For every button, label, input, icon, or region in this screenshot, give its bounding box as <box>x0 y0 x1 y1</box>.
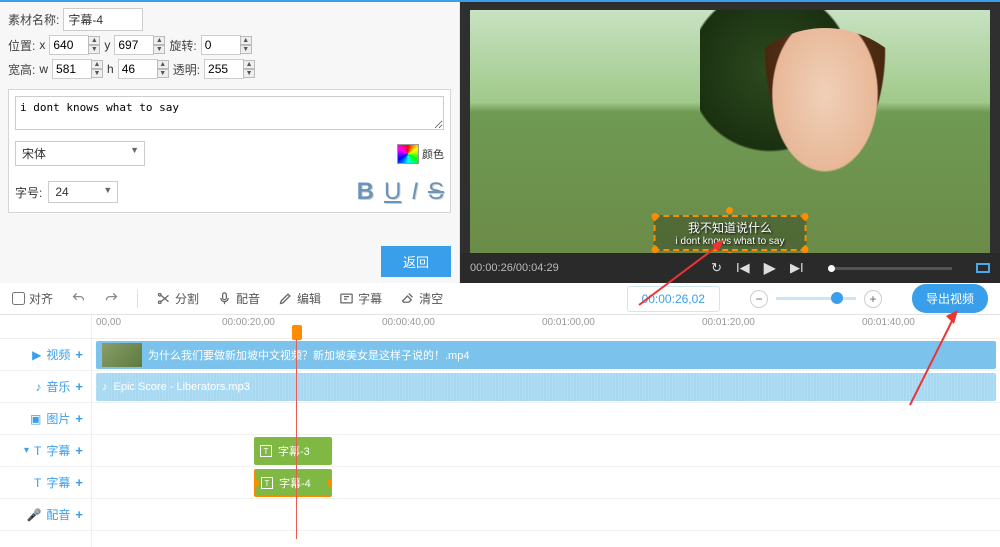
color-picker-icon[interactable] <box>397 144 419 164</box>
zoom-in-icon[interactable]: + <box>864 290 882 308</box>
subtitle-cn: 我不知道说什么 <box>676 219 785 236</box>
fontsize-select[interactable]: 24 <box>48 181 118 203</box>
track-labels: ▶视频+ ♪音乐+ ▣图片+ ▾T字幕+ T字幕+ 🎤配音+ <box>0 315 92 547</box>
pos-y-input[interactable] <box>114 35 154 55</box>
spinner-up-icon[interactable]: ▲ <box>88 36 100 45</box>
resize-handle-icon[interactable] <box>801 246 808 253</box>
audio-clip[interactable]: ♪ Epic Score - Liberators.mp3 <box>96 373 996 401</box>
zoom-thumb[interactable] <box>831 292 843 304</box>
spinner-up-icon[interactable]: ▲ <box>153 36 165 45</box>
undo-button[interactable] <box>71 291 86 306</box>
split-button[interactable]: 分割 <box>156 290 199 307</box>
rotate-handle-icon[interactable] <box>726 252 733 253</box>
dub-track-label[interactable]: 🎤配音+ <box>0 499 91 531</box>
tracks-area[interactable]: 00,00 00:00:20,00 00:00:40,00 00:01:00,0… <box>92 315 1000 547</box>
spinner-up-icon[interactable]: ▲ <box>91 60 103 69</box>
bold-button[interactable]: B <box>357 178 374 206</box>
position-label: 位置: <box>8 37 35 54</box>
name-label: 素材名称: <box>8 11 59 28</box>
time-display: 00:00:26/00:04:29 <box>470 262 559 274</box>
italic-button[interactable]: I <box>411 178 418 206</box>
color-label: 颜色 <box>422 146 444 162</box>
resize-handle-icon[interactable] <box>652 246 659 253</box>
progress-bar[interactable] <box>828 267 952 270</box>
loop-icon[interactable]: ↻ <box>711 260 722 276</box>
zoom-slider[interactable] <box>776 297 856 300</box>
redo-button[interactable] <box>104 291 119 306</box>
align-checkbox[interactable]: 对齐 <box>12 290 53 307</box>
size-label: 宽高: <box>8 61 35 78</box>
spinner-down-icon[interactable]: ▼ <box>88 45 100 54</box>
next-icon[interactable]: ▶I <box>790 260 804 276</box>
playhead-marker[interactable] <box>292 325 302 340</box>
timeline-ruler[interactable]: 00,00 00:00:20,00 00:00:40,00 00:01:00,0… <box>92 315 1000 339</box>
fontsize-label: 字号: <box>15 184 42 201</box>
spinner-down-icon[interactable]: ▼ <box>91 69 103 78</box>
timeline-time-display: 00:00:26,02 <box>627 286 720 312</box>
strike-button[interactable]: S <box>428 178 444 206</box>
opacity-input[interactable] <box>204 59 244 79</box>
name-value: 字幕-4 <box>63 8 143 31</box>
subtitle-clip-selected[interactable]: T字幕-4 <box>254 469 332 497</box>
main-toolbar: 对齐 分割 配音 编辑 字幕 清空 00:00:26,02 − + 导出视频 <box>0 283 1000 315</box>
font-select[interactable]: 宋体 <box>15 141 145 166</box>
width-input[interactable] <box>52 59 92 79</box>
video-preview[interactable]: 我不知道说什么 i dont knows what to say <box>470 10 990 253</box>
playhead-line[interactable] <box>296 339 297 539</box>
underline-button[interactable]: U <box>384 178 401 206</box>
spinner-up-icon[interactable]: ▲ <box>157 60 169 69</box>
rotate-handle-icon[interactable] <box>726 207 733 214</box>
video-track-label[interactable]: ▶视频+ <box>0 339 91 371</box>
subtitle-button[interactable]: 字幕 <box>339 290 382 307</box>
spinner-down-icon[interactable]: ▼ <box>240 45 252 54</box>
rotate-input[interactable] <box>201 35 241 55</box>
image-track-label[interactable]: ▣图片+ <box>0 403 91 435</box>
height-input[interactable] <box>118 59 158 79</box>
prev-icon[interactable]: I◀ <box>736 260 750 276</box>
properties-panel: 素材名称: 字幕-4 位置: x ▲▼ y ▲▼ 旋转: ▲▼ 宽高: w ▲▼… <box>0 2 460 283</box>
clear-button[interactable]: 清空 <box>400 290 443 307</box>
subtitle-en: i dont knows what to say <box>676 236 785 247</box>
edit-button[interactable]: 编辑 <box>278 290 321 307</box>
resize-handle-icon[interactable] <box>801 213 808 220</box>
spinner-down-icon[interactable]: ▼ <box>157 69 169 78</box>
spinner-down-icon[interactable]: ▼ <box>153 45 165 54</box>
spinner-up-icon[interactable]: ▲ <box>240 36 252 45</box>
subtitle-track-label[interactable]: T字幕+ <box>0 467 91 499</box>
preview-panel: 我不知道说什么 i dont knows what to say 00:00:2… <box>460 2 1000 283</box>
opacity-label: 透明: <box>173 61 200 78</box>
spinner-up-icon[interactable]: ▲ <box>243 60 255 69</box>
video-clip[interactable]: 为什么我们要做新加坡中文视频？新加坡美女是这样子说的！.mp4 <box>96 341 996 369</box>
resize-handle-icon[interactable] <box>652 213 659 220</box>
subtitle-clip[interactable]: T字幕-3 <box>254 437 332 465</box>
subtitle-overlay[interactable]: 我不知道说什么 i dont knows what to say <box>654 215 807 251</box>
pos-x-input[interactable] <box>49 35 89 55</box>
timeline: ▶视频+ ♪音乐+ ▣图片+ ▾T字幕+ T字幕+ 🎤配音+ 00,00 00:… <box>0 315 1000 547</box>
clip-handle-icon[interactable] <box>327 479 332 487</box>
zoom-out-icon[interactable]: − <box>750 290 768 308</box>
subtitle-track-label[interactable]: ▾T字幕+ <box>0 435 91 467</box>
subtitle-text-input[interactable]: i dont knows what to say <box>15 96 444 130</box>
player-controls: 00:00:26/00:04:29 ↻ I◀ ▶ ▶I <box>460 253 1000 283</box>
audio-track-label[interactable]: ♪音乐+ <box>0 371 91 403</box>
fullscreen-icon[interactable] <box>976 263 990 273</box>
export-button[interactable]: 导出视频 <box>912 284 988 313</box>
clip-thumbnail <box>102 343 142 367</box>
back-button[interactable]: 返回 <box>381 246 451 277</box>
play-icon[interactable]: ▶ <box>764 258 776 278</box>
zoom-control: − + <box>750 290 882 308</box>
spinner-down-icon[interactable]: ▼ <box>243 69 255 78</box>
voice-button[interactable]: 配音 <box>217 290 260 307</box>
clip-handle-icon[interactable] <box>254 479 259 487</box>
rotate-label: 旋转: <box>169 37 196 54</box>
